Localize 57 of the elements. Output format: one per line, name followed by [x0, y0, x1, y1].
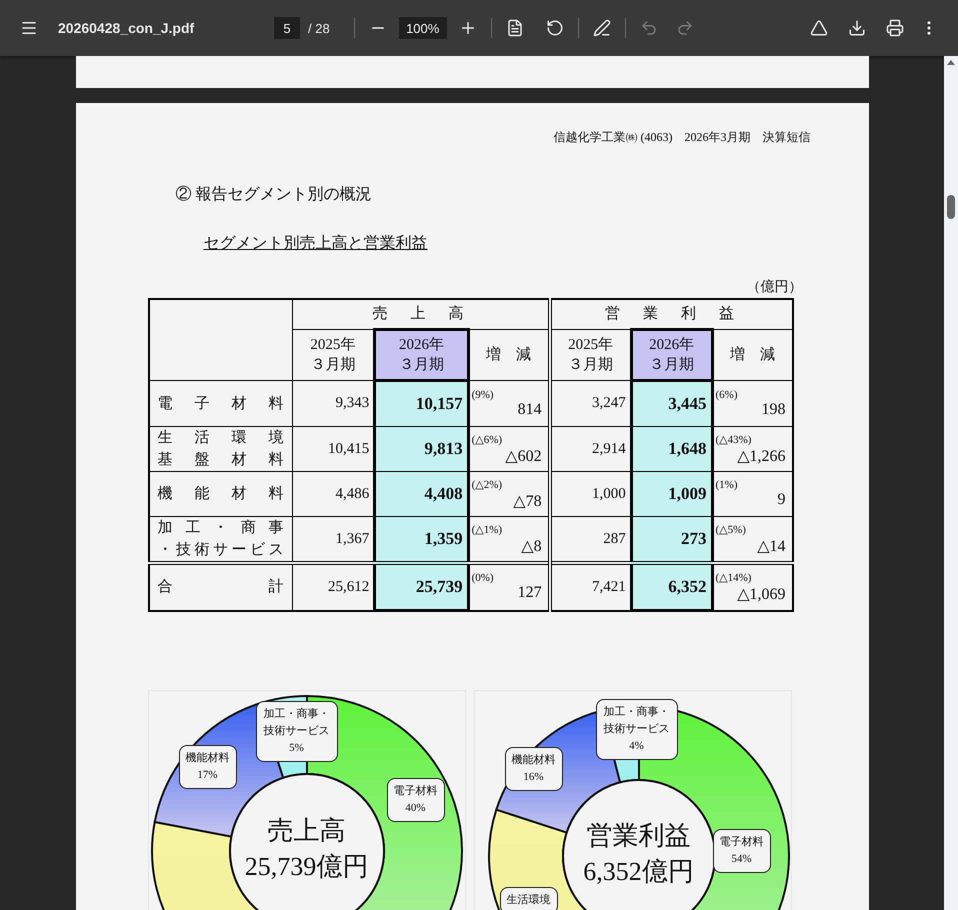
change-percent: (△14%): [716, 570, 752, 584]
row-label: 電子材料: [158, 394, 284, 414]
change-value: 9: [776, 491, 786, 509]
chart-callout: 加工・商事・技術サービス 4%: [596, 699, 678, 760]
unit-label: （億円）: [746, 278, 802, 296]
table-cell: 1,648: [631, 426, 712, 472]
page-total: / 28: [308, 20, 330, 36]
change-value: 198: [760, 400, 786, 418]
table-cell: 1,009: [631, 472, 712, 516]
table-cell: 25,739: [374, 563, 468, 610]
row-label: 合計: [158, 578, 284, 598]
change-percent: (6%): [716, 388, 738, 400]
change-percent: (1%): [716, 479, 738, 491]
chart-center-label: 売上高 25,739億円: [244, 815, 370, 883]
table-cell: 4,408: [374, 472, 468, 516]
scrollbar[interactable]: [944, 56, 958, 910]
change-value: 814: [516, 400, 542, 418]
header-note: 信越化学工業㈱ (4063) 2026年3月期 決算短信: [552, 129, 810, 146]
chart-callout: 生活環境: [500, 887, 558, 910]
row-label: 生活環境: [158, 428, 284, 448]
chart-callout: 加工・商事・技術サービス 5%: [256, 701, 338, 762]
table-header: 2026年 ３月期: [374, 330, 468, 380]
change-value: 127: [516, 584, 542, 602]
section-title: ② 報告セグメント別の概況: [176, 184, 372, 205]
chart-callout: 電子材料 54%: [712, 829, 770, 873]
table-cell: 10,157: [374, 380, 468, 426]
row-label: 機能材料: [158, 484, 284, 504]
change-percent: (0%): [472, 572, 495, 584]
table-header: 2026年 ３月期: [631, 330, 712, 380]
row-label: 基盤材料: [158, 450, 284, 470]
change-percent: (△1%): [472, 522, 504, 536]
change-value: △14: [756, 536, 786, 556]
change-value: △602: [504, 446, 542, 466]
subtitle: セグメント別売上高と営業利益: [204, 234, 428, 254]
change-percent: (△5%): [716, 522, 747, 536]
chart-callout: 電子材料 40%: [386, 778, 444, 822]
chart-callout: 機能材料 17%: [178, 745, 236, 789]
change-percent: (△2%): [472, 478, 504, 490]
change-value: △8: [520, 536, 542, 556]
table-cell: 3,445: [631, 380, 712, 426]
page-number-field[interactable]: 5: [274, 17, 300, 39]
zoom-field[interactable]: 100%: [398, 17, 447, 39]
change-value: △1,069: [736, 584, 786, 604]
chart-center-label: 営業利益 6,352億円: [582, 820, 695, 888]
row-label: ・技術サービス: [158, 540, 284, 560]
change-percent: (△6%): [472, 432, 504, 446]
file-name: 20260428_con_J.pdf: [58, 20, 196, 36]
change-value: △1,266: [736, 446, 786, 466]
row-label: 加工・商事: [158, 518, 284, 538]
change-percent: (9%): [472, 388, 495, 400]
table-cell: 1,359: [374, 516, 468, 563]
change-value: △78: [512, 492, 542, 510]
chart-callout: 機能材料 16%: [504, 747, 562, 791]
change-percent: (△43%): [716, 432, 752, 446]
table-cell: 6,352: [631, 563, 712, 610]
table-cell: 9,813: [374, 426, 468, 472]
table-cell: 273: [631, 516, 712, 563]
